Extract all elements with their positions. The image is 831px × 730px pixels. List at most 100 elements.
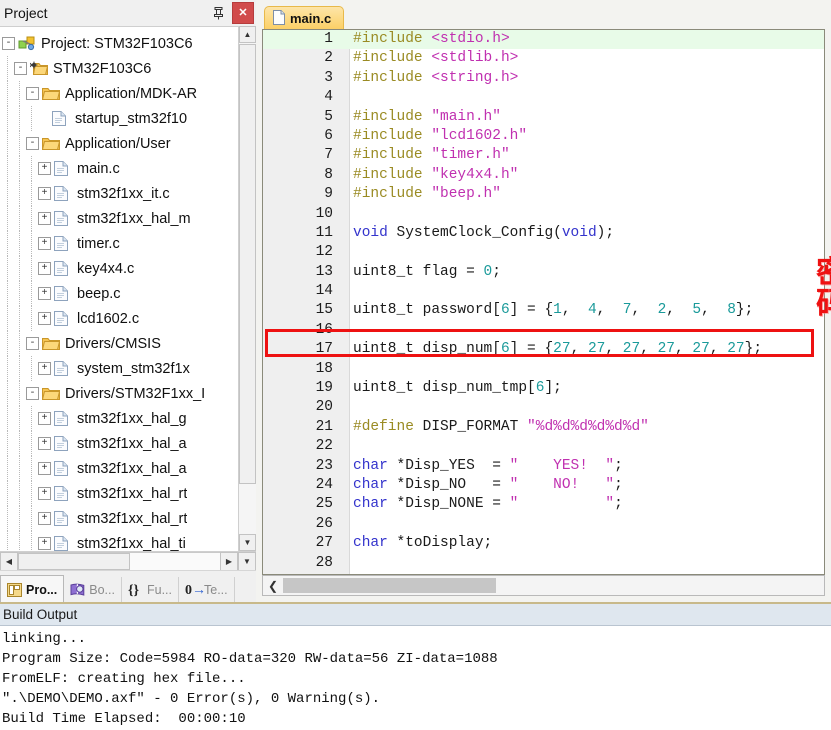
hscroll-track[interactable]	[18, 552, 220, 571]
tree-indent-guide	[2, 306, 14, 331]
tree-item-startup-stm32f10[interactable]: startup_stm32f10	[2, 106, 228, 131]
expand-icon[interactable]: +	[38, 162, 51, 175]
code-line[interactable]: 10	[263, 205, 824, 224]
code-line[interactable]: 26	[263, 515, 824, 534]
tab-main-c[interactable]: main.c	[264, 6, 345, 30]
code-line[interactable]: 14	[263, 282, 824, 301]
pin-icon[interactable]	[208, 3, 228, 23]
scroll-left-icon[interactable]: ❮	[263, 576, 283, 595]
panel-tab-fu[interactable]: {} Fu...	[122, 577, 179, 603]
scroll-down-icon[interactable]: ▼	[239, 534, 256, 551]
code-line[interactable]: 11 void SystemClock_Config(void);	[263, 224, 824, 243]
expand-icon[interactable]: +	[38, 412, 51, 425]
tree-item-stm32f1xx-hal-rt[interactable]: + stm32f1xx_hal_rt	[2, 481, 228, 506]
code-line[interactable]: 5 #include "main.h"	[263, 108, 824, 127]
tree-item-label: key4x4.c	[77, 260, 135, 277]
tree-item-application-mdk-ar[interactable]: - Application/MDK-AR	[2, 81, 228, 106]
code-line[interactable]: 15 uint8_t password[6] = {1, 4, 7, 2, 5, …	[263, 301, 824, 320]
expand-icon[interactable]: +	[38, 437, 51, 450]
tree-item-drivers-cmsis[interactable]: - Drivers/CMSIS	[2, 331, 228, 356]
code-line[interactable]: 28	[263, 554, 824, 573]
code-line[interactable]: 12	[263, 243, 824, 262]
tree-item-stm32f1xx-it-c[interactable]: + stm32f1xx_it.c	[2, 181, 228, 206]
tree-item-project-stm32f103c6[interactable]: - Project: STM32F103C6	[2, 31, 228, 56]
panel-tab-bo[interactable]: Bo...	[64, 577, 122, 603]
tree-item-beep-c[interactable]: + beep.c	[2, 281, 228, 306]
project-tree-hscrollbar[interactable]: ◀ ▶ ▼	[0, 551, 256, 571]
code-line[interactable]: 21 #define DISP_FORMAT "%d%d%d%d%d%d"	[263, 418, 824, 437]
code-line[interactable]: 20	[263, 398, 824, 417]
code-line[interactable]: 9 #include "beep.h"	[263, 185, 824, 204]
expand-icon[interactable]: +	[38, 187, 51, 200]
project-tree-scroll[interactable]: - Project: STM32F103C6 - STM32F103C6 - Applic…	[0, 27, 228, 552]
build-output-text[interactable]: linking... Program Size: Code=5984 RO-dat…	[0, 626, 831, 729]
tree-item-stm32f1xx-hal-ti[interactable]: + stm32f1xx_hal_ti	[2, 531, 228, 552]
code-line[interactable]: 8 #include "key4x4.h"	[263, 166, 824, 185]
panel-tab-te[interactable]: 0→ Te...	[179, 577, 235, 603]
editor-hscroll-thumb[interactable]	[283, 578, 496, 593]
tree-item-stm32f1xx-hal-a[interactable]: + stm32f1xx_hal_a	[2, 456, 228, 481]
expand-icon[interactable]: +	[38, 262, 51, 275]
collapse-icon[interactable]: -	[26, 387, 39, 400]
code-line[interactable]: 7 #include "timer.h"	[263, 146, 824, 165]
collapse-icon[interactable]: -	[26, 337, 39, 350]
code-line[interactable]: 16	[263, 321, 824, 340]
code-line[interactable]: 2 #include <stdlib.h>	[263, 49, 824, 68]
expand-icon[interactable]: +	[38, 287, 51, 300]
expand-icon[interactable]: +	[38, 362, 51, 375]
code-editor[interactable]: 1 #include <stdio.h> 2 #include <stdlib.h> 3…	[262, 29, 825, 575]
expand-icon[interactable]: +	[38, 212, 51, 225]
code-line[interactable]: 24 char *Disp_NO = " NO! ";	[263, 476, 824, 495]
tree-item-system-stm32f1x[interactable]: + system_stm32f1x	[2, 356, 228, 381]
line-number: 8	[324, 166, 333, 183]
scroll-left-icon[interactable]: ◀	[0, 552, 18, 571]
expand-icon[interactable]: +	[38, 237, 51, 250]
collapse-icon[interactable]: -	[14, 62, 27, 75]
expand-icon[interactable]: +	[38, 487, 51, 500]
expand-icon[interactable]: +	[38, 512, 51, 525]
code-line[interactable]: 23 char *Disp_YES = " YES! ";	[263, 457, 824, 476]
scroll-right-icon[interactable]: ▶	[220, 552, 238, 571]
close-icon[interactable]: ✕	[232, 2, 254, 24]
tree-item-stm32f1xx-hal-g[interactable]: + stm32f1xx_hal_g	[2, 406, 228, 431]
code-line[interactable]: 4	[263, 88, 824, 107]
code-line[interactable]: 18	[263, 360, 824, 379]
file-icon	[54, 510, 72, 527]
tree-item-application-user[interactable]: - Application/User	[2, 131, 228, 156]
editor-hscrollbar[interactable]: ❮	[262, 575, 825, 596]
scroll-up-icon[interactable]: ▲	[239, 26, 256, 43]
tree-item-stm32f1xx-hal-a[interactable]: + stm32f1xx_hal_a	[2, 431, 228, 456]
code-line[interactable]: 25 char *Disp_NONE = " ";	[263, 495, 824, 514]
tree-item-drivers-stm32f1xx-i[interactable]: - Drivers/STM32F1xx_I	[2, 381, 228, 406]
vscroll-thumb[interactable]	[239, 44, 256, 484]
code-line[interactable]: 19 uint8_t disp_num_tmp[6];	[263, 379, 824, 398]
expand-icon[interactable]: +	[38, 537, 51, 550]
collapse-icon[interactable]: -	[2, 37, 15, 50]
code-line[interactable]: 27 char *toDisplay;	[263, 534, 824, 553]
expand-icon[interactable]: +	[38, 462, 51, 475]
collapse-icon[interactable]: -	[26, 137, 39, 150]
tree-item-lcd1602-c[interactable]: + lcd1602.c	[2, 306, 228, 331]
tree-item-label: Project: STM32F103C6	[41, 35, 193, 52]
hscroll-thumb[interactable]	[18, 553, 130, 570]
scroll-down-corner-icon[interactable]: ▼	[238, 552, 256, 571]
code-line[interactable]: 17 uint8_t disp_num[6] = {27, 27, 27, 27,…	[263, 340, 824, 359]
tree-indent-guide	[26, 406, 38, 431]
project-tree-vscrollbar[interactable]: ▲ ▼	[238, 26, 256, 551]
tree-item-timer-c[interactable]: + timer.c	[2, 231, 228, 256]
code-line[interactable]: 1 #include <stdio.h>	[263, 30, 824, 50]
file-icon	[54, 185, 72, 202]
panel-tab-pro[interactable]: Pro...	[0, 575, 65, 603]
code-line[interactable]: 22	[263, 437, 824, 456]
tree-item-stm32f103c6[interactable]: - STM32F103C6	[2, 56, 228, 81]
code-line[interactable]: 13 uint8_t flag = 0;	[263, 263, 824, 282]
expand-icon[interactable]: +	[38, 312, 51, 325]
code-line[interactable]: 3 #include <string.h>	[263, 69, 824, 88]
collapse-icon[interactable]: -	[26, 87, 39, 100]
tree-item-key4x4-c[interactable]: + key4x4.c	[2, 256, 228, 281]
editor-hscroll-track[interactable]	[283, 576, 824, 595]
tree-item-main-c[interactable]: + main.c	[2, 156, 228, 181]
tree-item-stm32f1xx-hal-m[interactable]: + stm32f1xx_hal_m	[2, 206, 228, 231]
code-line[interactable]: 6 #include "lcd1602.h"	[263, 127, 824, 146]
tree-item-stm32f1xx-hal-rt[interactable]: + stm32f1xx_hal_rt	[2, 506, 228, 531]
